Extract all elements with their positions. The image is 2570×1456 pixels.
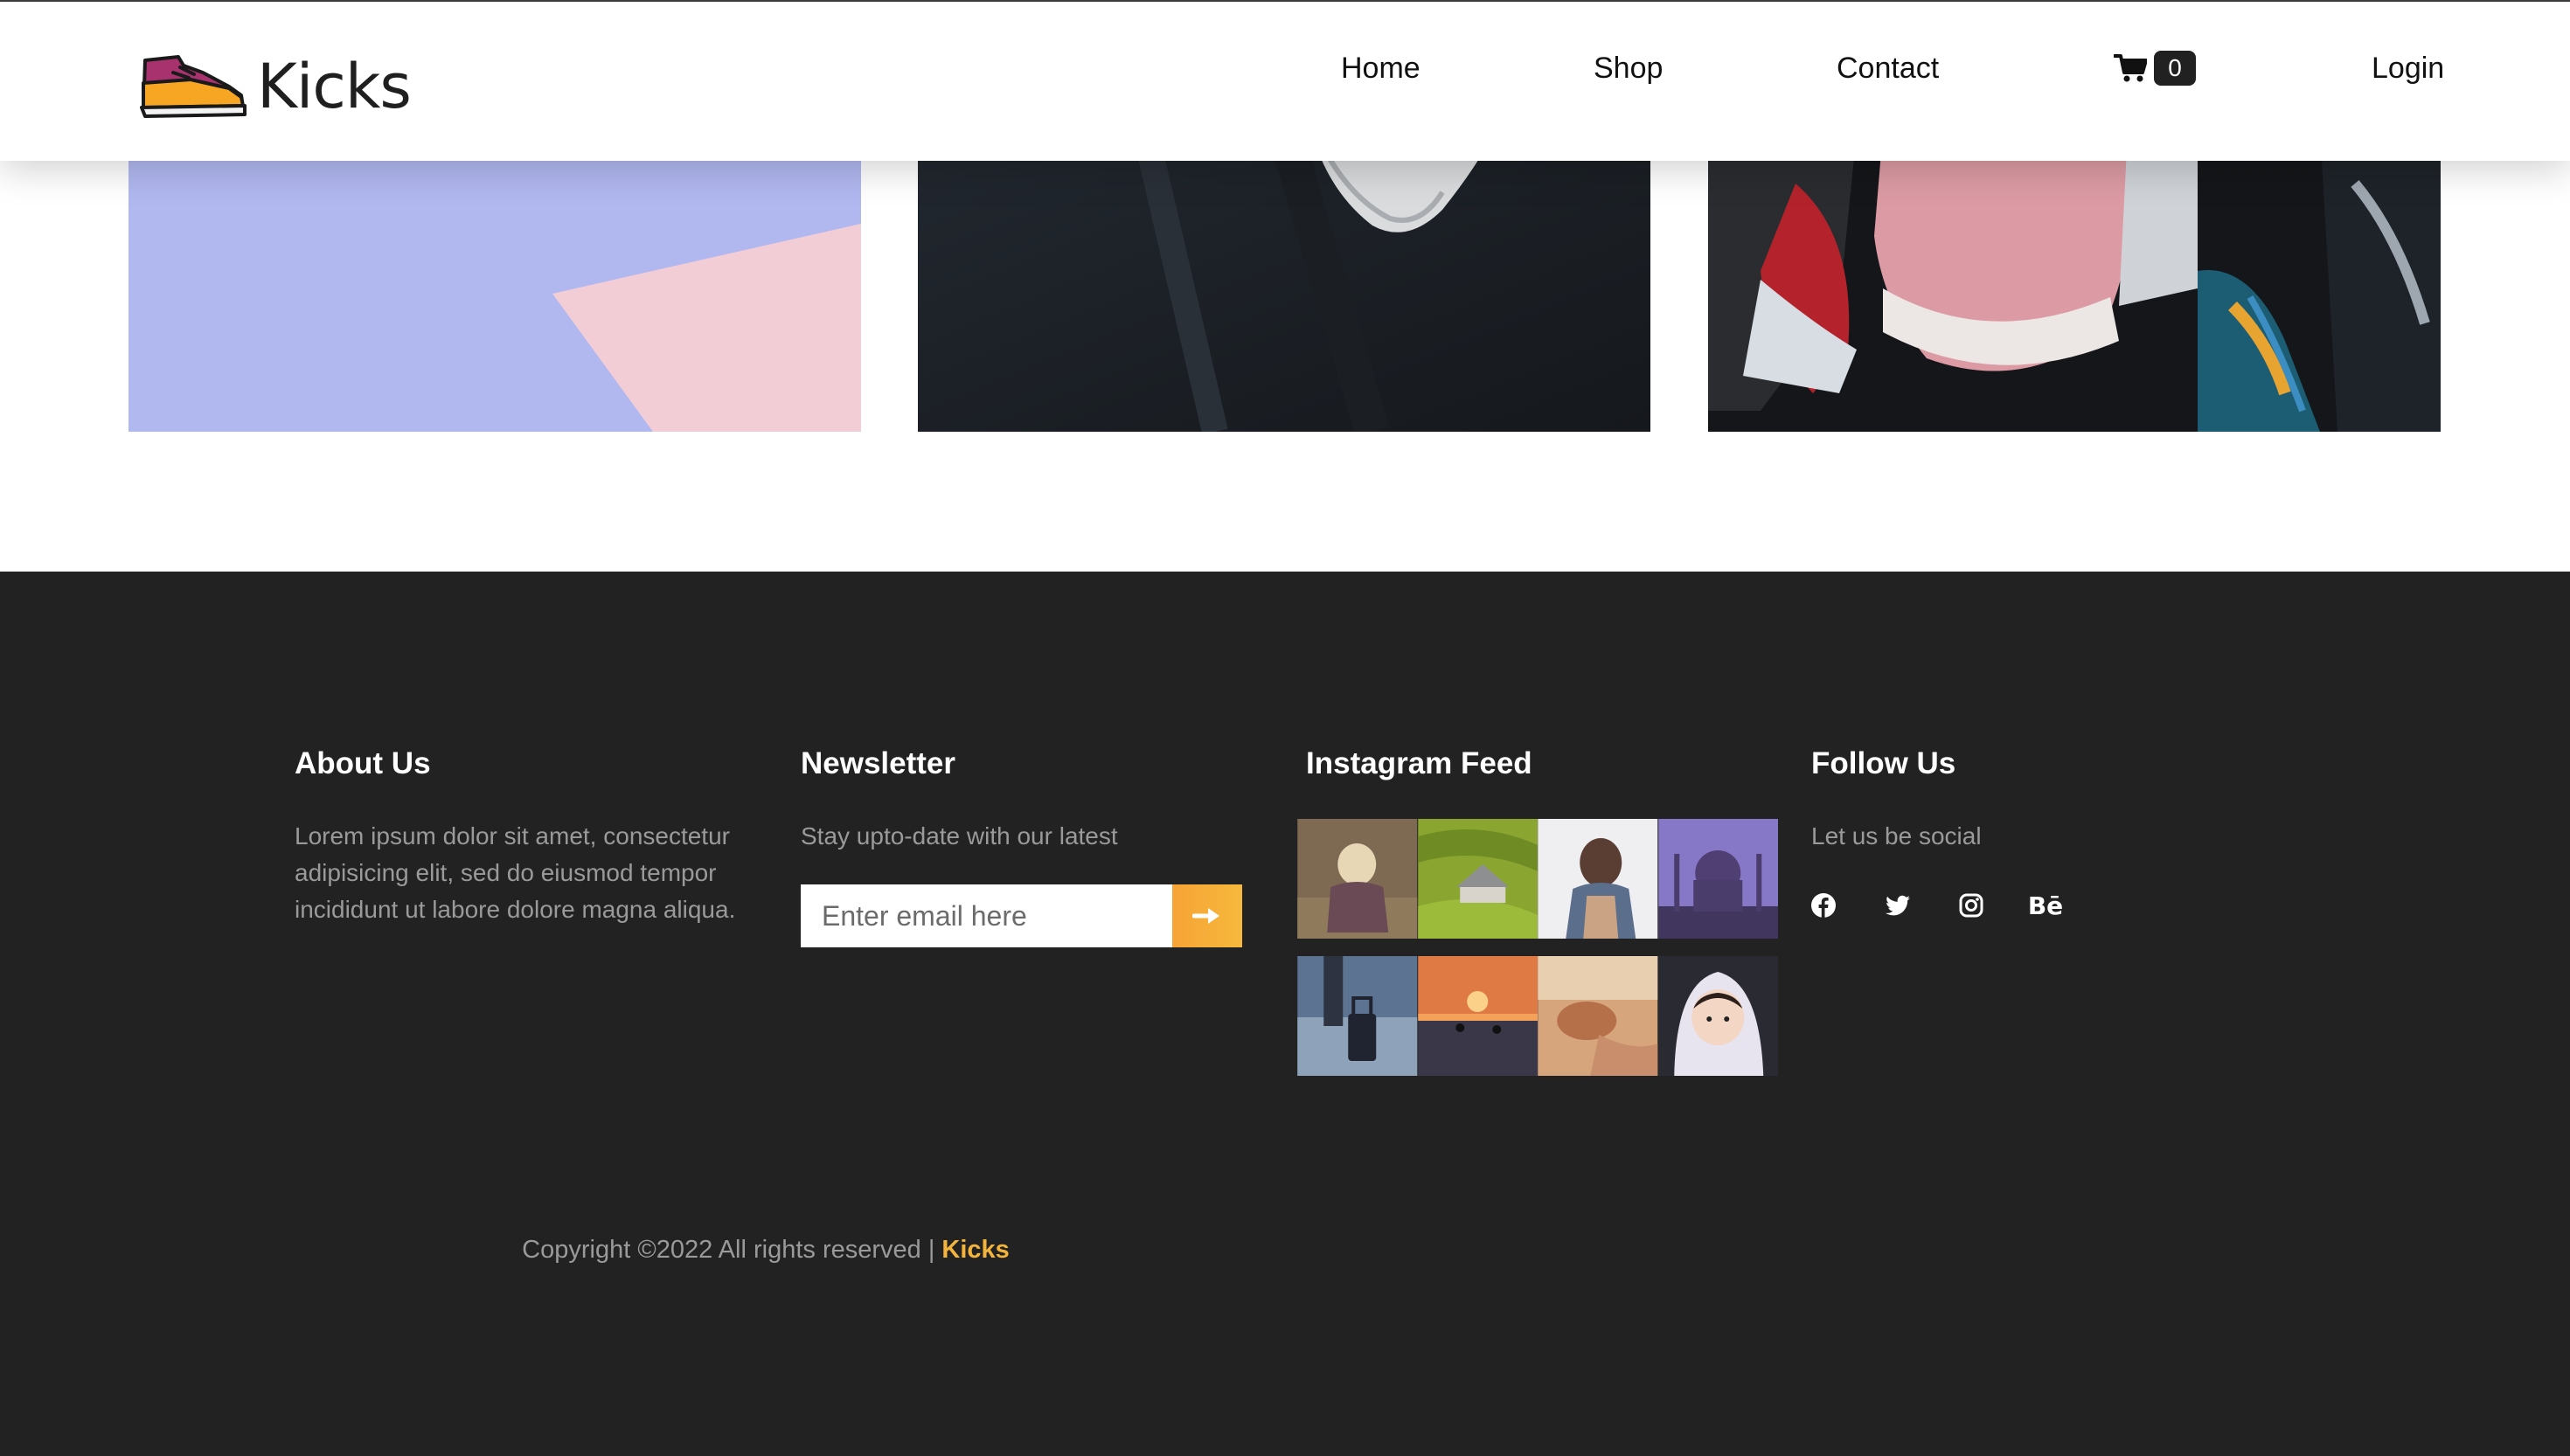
instagram-photo[interactable] xyxy=(1538,956,1658,1076)
product-image-3[interactable] xyxy=(1708,131,2441,432)
sneaker-photo-3 xyxy=(1708,131,2441,432)
twitter-link[interactable] xyxy=(1880,888,1915,923)
product-image-1[interactable] xyxy=(128,131,861,432)
newsletter-title: Newsletter xyxy=(801,746,956,780)
follow-text: Let us be social xyxy=(1811,822,1982,849)
instagram-photo[interactable] xyxy=(1417,956,1539,1076)
nav-login[interactable]: Login xyxy=(2372,51,2444,86)
email-input[interactable] xyxy=(801,884,1172,947)
instagram-photo[interactable] xyxy=(1417,819,1539,939)
instagram-photo[interactable] xyxy=(1657,819,1779,939)
cart-count-badge: 0 xyxy=(2154,51,2196,86)
subscribe-button[interactable] xyxy=(1172,884,1242,947)
behance-icon: Bē xyxy=(2027,891,2064,920)
instagram-link[interactable] xyxy=(1954,888,1989,923)
instagram-photo[interactable] xyxy=(1297,819,1418,939)
instagram-photo[interactable] xyxy=(1657,956,1779,1076)
newsletter-text: Stay upto-date with our latest xyxy=(801,822,1118,849)
instagram-title: Instagram Feed xyxy=(1306,746,1532,780)
facebook-icon xyxy=(1811,893,1836,918)
about-text: Lorem ipsum dolor sit amet, consectetur … xyxy=(295,822,736,923)
pink-shape xyxy=(552,224,861,432)
instagram-icon xyxy=(1959,893,1983,918)
brand-name: Kicks xyxy=(257,51,412,122)
copyright-brand-link[interactable]: Kicks xyxy=(941,1236,1009,1264)
cart-icon xyxy=(2114,54,2147,82)
instagram-grid xyxy=(1297,819,1778,1095)
nav-shop[interactable]: Shop xyxy=(1594,51,1663,86)
arrow-right-icon xyxy=(1192,908,1219,924)
nav-home[interactable]: Home xyxy=(1341,51,1420,86)
logo[interactable]: Kicks xyxy=(138,51,412,122)
product-image-2[interactable] xyxy=(918,131,1650,432)
site-footer: About Us Lorem ipsum dolor sit amet, con… xyxy=(0,572,2570,1456)
instagram-photo[interactable] xyxy=(1297,956,1418,1076)
behance-link[interactable]: Bē xyxy=(2028,888,2063,923)
cart-button[interactable]: 0 xyxy=(2114,51,2196,86)
facebook-link[interactable] xyxy=(1806,888,1841,923)
sneaker-logo-icon xyxy=(140,55,247,118)
nav-contact[interactable]: Contact xyxy=(1837,51,1939,86)
copyright-text: Copyright ©2022 All rights reserved | xyxy=(522,1236,942,1264)
about-title: About Us xyxy=(295,746,431,780)
follow-title: Follow Us xyxy=(1811,746,1956,780)
copyright: Copyright ©2022 All rights reserved | Ki… xyxy=(0,1236,1532,1265)
instagram-photo[interactable] xyxy=(1538,819,1658,939)
twitter-icon xyxy=(1886,895,1910,916)
site-header: Kicks Home Shop Contact 0 Login xyxy=(0,0,2570,161)
sneaker-photo-2 xyxy=(918,131,1650,432)
